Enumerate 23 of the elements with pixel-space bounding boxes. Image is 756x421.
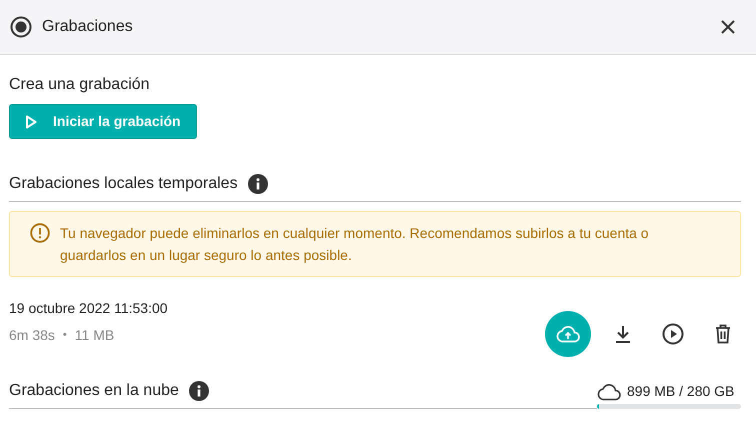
separator-dot: • (62, 328, 67, 344)
window-title: Grabaciones (42, 17, 133, 37)
download-icon (615, 325, 631, 343)
info-icon[interactable] (248, 174, 268, 194)
upload-button[interactable] (545, 311, 591, 357)
trash-icon (715, 324, 731, 344)
play-icon (25, 114, 37, 128)
cloud-upload-icon (556, 325, 580, 343)
storage-reading: 899 MB / 280 GB (627, 382, 734, 401)
info-icon[interactable] (188, 381, 209, 401)
recording-size: 11 MB (74, 326, 114, 345)
close-icon (720, 19, 736, 35)
warning-icon (30, 223, 50, 243)
start-recording-button[interactable]: Iniciar la grabación (9, 104, 197, 139)
record-icon (10, 16, 32, 38)
section-heading: Crea una grabación (9, 75, 151, 95)
warning-message: Tu navegador puede eliminarlos en cualquier momento. Recomendamos subirlos a tu cuenta o guardarlos en un lugar seguro lo antes posible. (60, 224, 650, 265)
section-heading: Grabaciones locales temporales (9, 174, 238, 194)
cloud-icon (597, 382, 621, 400)
recording-duration: 6m 38s (9, 326, 55, 345)
recording-date: 19 octubre 2022 11:53:00 (9, 299, 169, 318)
section-heading: Grabaciones en la nube (9, 381, 179, 401)
play-circle-icon (662, 323, 684, 345)
